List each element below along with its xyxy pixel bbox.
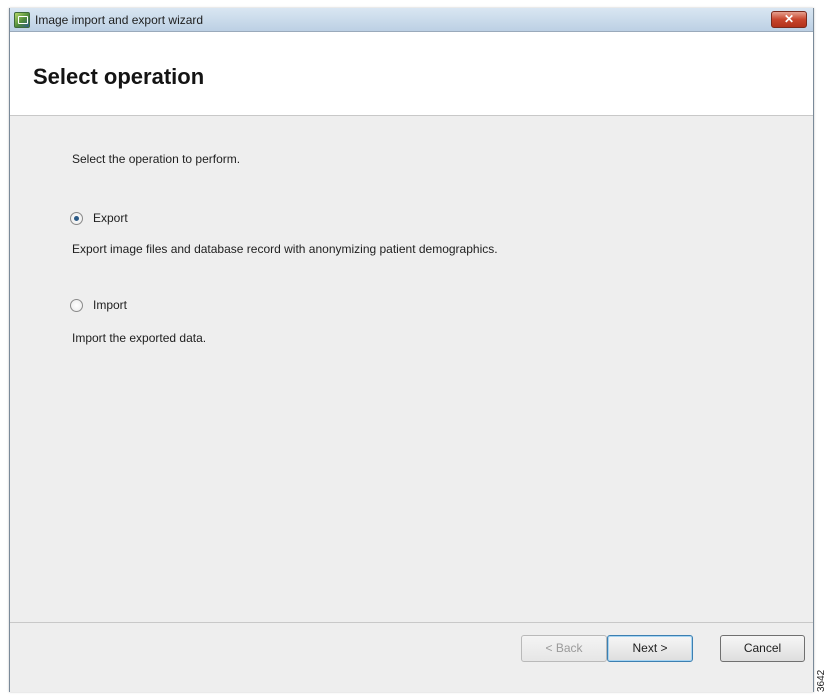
operation-prompt: Select the operation to perform. bbox=[72, 152, 241, 166]
title-bar[interactable]: Image import and export wizard ✕ bbox=[10, 8, 813, 32]
export-description: Export image files and database record w… bbox=[72, 242, 498, 256]
export-option[interactable]: Export bbox=[70, 210, 128, 226]
close-icon: ✕ bbox=[783, 12, 795, 26]
import-radio-label[interactable]: Import bbox=[93, 298, 127, 312]
window-title: Image import and export wizard bbox=[35, 13, 204, 27]
close-button[interactable]: ✕ bbox=[771, 11, 807, 28]
wizard-content: Select the operation to perform. Export … bbox=[10, 116, 813, 622]
import-radio[interactable] bbox=[70, 298, 83, 312]
cancel-button[interactable]: Cancel bbox=[720, 635, 805, 662]
wizard-header: Select operation bbox=[10, 32, 813, 116]
figure-number: 3642 bbox=[816, 669, 827, 692]
export-radio-label[interactable]: Export bbox=[93, 211, 128, 225]
page-title: Select operation bbox=[33, 64, 205, 89]
wizard-footer: < Back Next > Cancel bbox=[10, 622, 813, 692]
back-button[interactable]: < Back bbox=[521, 635, 607, 662]
wizard-window: Image import and export wizard ✕ Select … bbox=[9, 8, 814, 692]
app-icon bbox=[14, 12, 30, 28]
import-option[interactable]: Import bbox=[70, 297, 127, 313]
export-radio[interactable] bbox=[70, 211, 83, 225]
next-button[interactable]: Next > bbox=[607, 635, 693, 662]
import-description: Import the exported data. bbox=[72, 331, 207, 345]
